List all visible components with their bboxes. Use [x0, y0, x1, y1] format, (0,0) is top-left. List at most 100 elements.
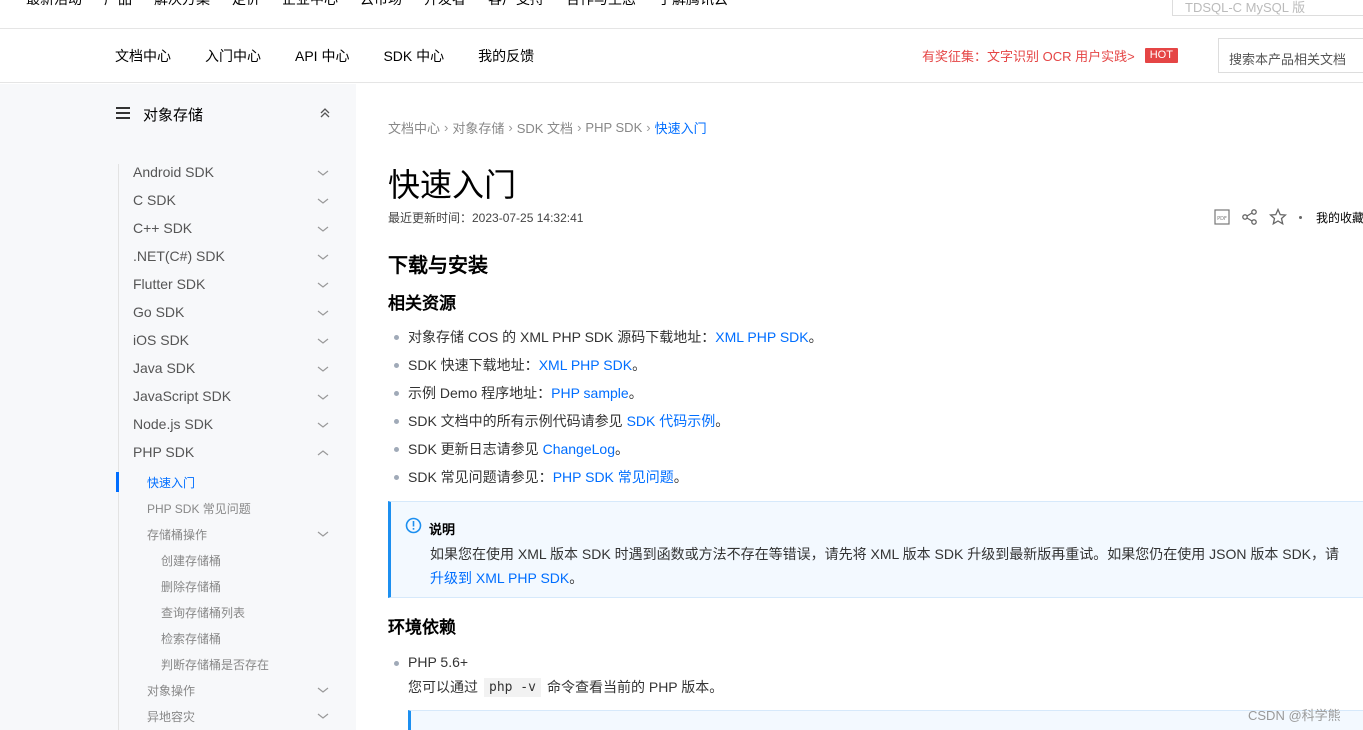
sidebar-item-label: Java SDK: [133, 360, 196, 376]
list-item: SDK 更新日志请参见 ChangeLog。: [394, 439, 823, 467]
breadcrumb-item[interactable]: 文档中心: [388, 118, 440, 137]
sidebar-item-quickstart[interactable]: 快速入门: [147, 474, 329, 494]
resource-link[interactable]: PHP SDK 常见问题: [553, 469, 674, 485]
resource-link[interactable]: ChangeLog: [543, 441, 615, 457]
global-nav-item[interactable]: 企业中心: [282, 0, 338, 9]
sidebar-item-list-buckets[interactable]: 查询存储桶列表: [161, 604, 245, 621]
tab-sdk-center[interactable]: SDK 中心: [383, 46, 444, 66]
sidebar-item-cross-region[interactable]: 异地容灾: [147, 708, 329, 728]
sidebar-item-object-ops[interactable]: 对象操作: [147, 682, 329, 702]
global-search-input[interactable]: TDSQL-C MySQL 版: [1172, 0, 1363, 16]
sidebar: 对象存储 Android SDK C SDK C++ SDK .NET(C#) …: [0, 84, 356, 730]
note-tail: 。: [569, 570, 584, 586]
star-icon[interactable]: [1269, 208, 1287, 226]
chevron-down-icon: [317, 687, 329, 693]
list-item: 对象存储 COS 的 XML PHP SDK 源码下载地址：XML PHP SD…: [394, 327, 823, 355]
menu-icon[interactable]: [116, 107, 130, 119]
breadcrumb-item[interactable]: 对象存储: [452, 118, 504, 137]
sidebar-item-php-sdk[interactable]: PHP SDK: [133, 444, 329, 466]
sidebar-item-delete-bucket[interactable]: 删除存储桶: [161, 578, 221, 595]
tab-doc-center[interactable]: 文档中心: [115, 46, 171, 66]
pdf-icon[interactable]: PDF: [1213, 208, 1231, 226]
list-item-text: SDK 快速下载地址：: [408, 357, 539, 373]
sidebar-item-nodejs-sdk[interactable]: Node.js SDK: [133, 416, 329, 438]
note-body: 如果您在使用 XML 版本 SDK 时遇到函数或方法不存在等错误，请先将 XML…: [430, 546, 1340, 562]
list-item: SDK 文档中的所有示例代码请参见 SDK 代码示例。: [394, 411, 823, 439]
sidebar-item-bucket-ops[interactable]: 存储桶操作: [147, 526, 329, 546]
list-item-text: SDK 更新日志请参见: [408, 441, 543, 457]
sidebar-item-javascript-sdk[interactable]: JavaScript SDK: [133, 388, 329, 410]
promo-text: 有奖征集：文字识别 OCR 用户实践>: [922, 49, 1135, 64]
resource-list: 对象存储 COS 的 XML PHP SDK 源码下载地址：XML PHP SD…: [394, 327, 823, 495]
heading-install: 下载与安装: [388, 255, 488, 277]
sidebar-item-label: 对象操作: [147, 684, 196, 698]
note-title: 说明: [429, 522, 456, 537]
note-text: 如果您在使用 XML 版本 SDK 时遇到函数或方法不存在等错误，请先将 XML…: [430, 542, 1363, 590]
chevrons-up-icon[interactable]: [318, 106, 332, 120]
breadcrumb-current: 快速入门: [654, 121, 707, 136]
chevron-down-icon: [317, 198, 329, 204]
my-favorites-link[interactable]: 我的收藏: [1316, 209, 1363, 226]
heading-resources: 相关资源: [388, 294, 456, 313]
sidebar-item-bucket-exists[interactable]: 判断存储桶是否存在: [161, 656, 269, 673]
product-search-input[interactable]: 搜索本产品相关文档: [1218, 38, 1363, 73]
sidebar-item-java-sdk[interactable]: Java SDK: [133, 360, 329, 382]
global-nav-item[interactable]: 客户支持: [488, 0, 544, 9]
separator-dot: [1299, 215, 1302, 219]
product-nav: 文档中心 入门中心 API 中心 SDK 中心 我的反馈 有奖征集：文字识别 O…: [0, 29, 1363, 83]
breadcrumb-item[interactable]: PHP SDK: [585, 120, 642, 135]
svg-text:PDF: PDF: [1217, 216, 1227, 222]
global-nav-item[interactable]: 开发者: [424, 0, 466, 9]
watermark: CSDN @科学熊: [1248, 708, 1341, 723]
sidebar-item-cpp-sdk[interactable]: C++ SDK: [133, 220, 329, 242]
inline-code: php -v: [484, 677, 541, 697]
list-item-text: 对象存储 COS 的 XML PHP SDK 源码下载地址：: [408, 329, 716, 345]
global-nav-item[interactable]: 产品: [104, 0, 132, 9]
sidebar-item-head-bucket[interactable]: 检索存储桶: [161, 630, 221, 647]
sidebar-item-label: Node.js SDK: [133, 416, 214, 432]
resource-link[interactable]: PHP sample: [551, 385, 629, 401]
global-nav-item[interactable]: 合作与生态: [566, 0, 636, 9]
sidebar-item-dotnet-sdk[interactable]: .NET(C#) SDK: [133, 248, 329, 270]
sidebar-item-label: .NET(C#) SDK: [133, 248, 225, 264]
chevron-down-icon: [317, 310, 329, 316]
promo-link[interactable]: 有奖征集：文字识别 OCR 用户实践> HOT: [922, 46, 1178, 65]
note-box: [408, 710, 1363, 730]
sidebar-item-label: Flutter SDK: [133, 276, 206, 292]
breadcrumb-separator: ›: [577, 120, 582, 135]
chevron-down-icon: [317, 226, 329, 232]
sidebar-item-c-sdk[interactable]: C SDK: [133, 192, 329, 214]
note-box: 说明 如果您在使用 XML 版本 SDK 时遇到函数或方法不存在等错误，请先将 …: [388, 501, 1363, 598]
resource-link[interactable]: XML PHP SDK: [715, 329, 808, 345]
chevron-up-icon: [317, 450, 329, 456]
tab-getting-started[interactable]: 入门中心: [205, 46, 261, 66]
list-item: PHP 5.6+: [394, 654, 468, 670]
sidebar-item-go-sdk[interactable]: Go SDK: [133, 304, 329, 326]
info-icon: [405, 517, 422, 534]
sidebar-item-android-sdk[interactable]: Android SDK: [133, 164, 329, 186]
page-title: 快速入门: [388, 167, 517, 203]
tab-api-center[interactable]: API 中心: [295, 46, 349, 66]
tab-my-feedback[interactable]: 我的反馈: [478, 46, 534, 66]
global-nav-item[interactable]: 定价: [232, 0, 260, 9]
breadcrumb-separator: ›: [444, 120, 449, 135]
share-icon[interactable]: [1241, 208, 1259, 226]
global-nav-item[interactable]: 最新活动: [26, 0, 82, 9]
resource-link[interactable]: SDK 代码示例: [627, 413, 716, 429]
sidebar-item-create-bucket[interactable]: 创建存储桶: [161, 552, 221, 569]
sidebar-item-php-faq[interactable]: PHP SDK 常见问题: [147, 500, 329, 520]
global-nav-item[interactable]: 了解腾讯云: [658, 0, 728, 9]
global-nav-item[interactable]: 解决方案: [154, 0, 210, 9]
sidebar-item-ios-sdk[interactable]: iOS SDK: [133, 332, 329, 354]
breadcrumb-item[interactable]: SDK 文档: [517, 118, 573, 137]
breadcrumb: 文档中心 › 对象存储 › SDK 文档 › PHP SDK › 快速入门: [388, 118, 707, 137]
resource-link[interactable]: XML PHP SDK: [539, 357, 632, 373]
env-description: 您可以通过 php -v 命令查看当前的 PHP 版本。: [408, 677, 723, 697]
sidebar-item-label: Go SDK: [133, 304, 185, 320]
list-item: 示例 Demo 程序地址：PHP sample。: [394, 383, 823, 411]
sidebar-item-flutter-sdk[interactable]: Flutter SDK: [133, 276, 329, 298]
global-nav-item[interactable]: 云市场: [360, 0, 402, 9]
list-item-text: SDK 常见问题请参见：: [408, 469, 553, 485]
upgrade-link[interactable]: 升级到 XML PHP SDK: [430, 570, 569, 586]
chevron-down-icon: [317, 713, 329, 719]
